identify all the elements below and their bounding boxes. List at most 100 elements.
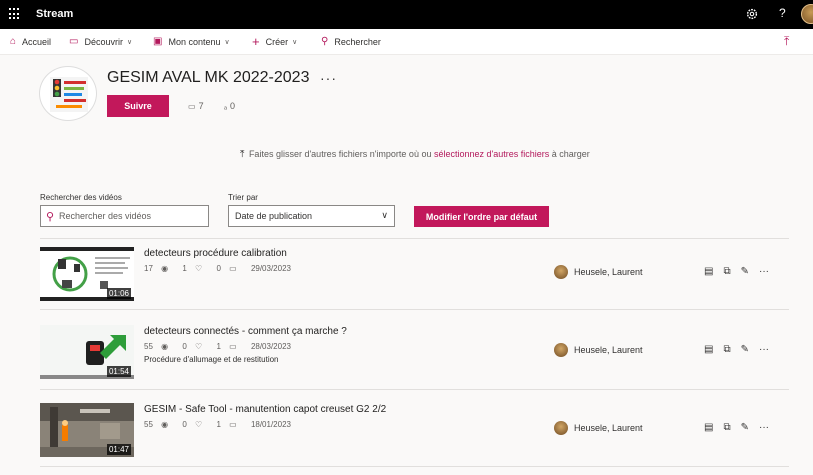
- heart-icon: ♡: [195, 420, 203, 429]
- video-title[interactable]: GESIM - Safe Tool - manutention capot cr…: [144, 404, 386, 415]
- channel-title: GESIM AVAL MK 2022-2023: [107, 69, 310, 86]
- upload-arrow-icon: ⤒: [240, 149, 245, 160]
- likes-value: 1: [182, 264, 187, 273]
- upload-hint: ⤒ Faites glisser d'autres fichiers n'imp…: [240, 149, 590, 160]
- nav-discover-label: Découvrir: [84, 37, 123, 47]
- comments-count: 1 ▭: [216, 342, 242, 351]
- home-icon: ⌂: [10, 36, 17, 47]
- video-thumbnail[interactable]: 01:47: [40, 403, 134, 457]
- edit-icon[interactable]: ✎: [741, 344, 749, 355]
- nav-search-label: Rechercher: [334, 37, 381, 47]
- owner-name: Heusele, Laurent: [574, 345, 643, 355]
- comments-value: 1: [216, 420, 221, 429]
- row-actions: ▤ ⧉ ✎ ···: [704, 344, 779, 355]
- likes-count: 1 ♡: [182, 264, 208, 273]
- owner-avatar: [554, 421, 568, 435]
- channel-logo: [39, 66, 97, 121]
- edit-icon[interactable]: ✎: [741, 422, 749, 433]
- video-title[interactable]: detecteurs connectés - comment ça marche…: [144, 326, 347, 337]
- nav-discover[interactable]: ▭ Découvrir ∨: [69, 37, 133, 48]
- chevron-down-icon: ∨: [126, 39, 133, 46]
- search-icon: ⚲: [45, 210, 55, 223]
- chevron-down-icon: ∨: [292, 39, 298, 46]
- video-thumbnail[interactable]: 01:06: [40, 247, 134, 301]
- edit-icon[interactable]: ✎: [741, 266, 749, 277]
- comment-icon: ▭: [229, 342, 237, 351]
- select-files-link[interactable]: sélectionnez d'autres fichiers: [434, 149, 549, 159]
- divider: [40, 309, 789, 310]
- divider: [40, 389, 789, 390]
- video-count: ▭ 7: [188, 101, 204, 111]
- comments-value: 0: [216, 264, 221, 273]
- app-launcher-icon[interactable]: [9, 8, 21, 20]
- video-thumbnail[interactable]: 01:54: [40, 325, 134, 379]
- views-count: 17 ◉: [144, 264, 174, 273]
- views-value: 55: [144, 420, 153, 429]
- share-icon[interactable]: ⧉: [723, 266, 730, 277]
- more-icon[interactable]: ···: [759, 422, 769, 433]
- nav-create-label: Créer: [265, 37, 289, 47]
- sort-dropdown[interactable]: Date de publication ∨: [228, 205, 395, 227]
- app-title[interactable]: Stream: [36, 8, 73, 20]
- comments-count: 1 ▭: [216, 420, 242, 429]
- add-to-group-icon[interactable]: ▤: [704, 422, 713, 433]
- reorder-default-button[interactable]: Modifier l'ordre par défaut: [414, 206, 549, 227]
- follow-button[interactable]: Suivre: [107, 95, 169, 117]
- share-icon[interactable]: ⧉: [723, 422, 730, 433]
- user-avatar[interactable]: [801, 4, 813, 24]
- row-actions: ▤ ⧉ ✎ ···: [704, 422, 779, 433]
- nav-home[interactable]: ⌂ Accueil: [10, 36, 51, 48]
- more-icon[interactable]: ···: [759, 266, 769, 277]
- video-meta: 17 ◉ 1 ♡ 0 ▭ 29/03/2023: [144, 264, 297, 273]
- heart-icon: ♡: [195, 264, 203, 273]
- likes-value: 0: [182, 420, 187, 429]
- views-value: 17: [144, 264, 153, 273]
- row-actions: ▤ ⧉ ✎ ···: [704, 266, 779, 277]
- nav-my-content[interactable]: ▣ Mon contenu ∨: [153, 37, 230, 48]
- search-videos-label: Rechercher des vidéos: [40, 193, 122, 202]
- settings-gear-icon[interactable]: [745, 7, 759, 21]
- video-icon: ▭: [188, 101, 196, 111]
- views-count: 55 ◉: [144, 342, 174, 351]
- search-videos-input[interactable]: [59, 211, 199, 221]
- nav-create[interactable]: + Créer ∨: [252, 34, 298, 49]
- video-meta: 55 ◉ 0 ♡ 1 ▭ 18/01/2023: [144, 420, 297, 429]
- owner-name: Heusele, Laurent: [574, 423, 643, 433]
- video-duration: 01:47: [106, 444, 131, 455]
- video-date: 29/03/2023: [250, 264, 291, 273]
- video-date: 18/01/2023: [250, 420, 291, 429]
- likes-count: 0 ♡: [182, 420, 208, 429]
- video-owner[interactable]: Heusele, Laurent: [554, 343, 643, 357]
- comments-value: 1: [216, 342, 221, 351]
- video-row[interactable]: 01:47 GESIM - Safe Tool - manutention ca…: [40, 403, 789, 459]
- views-icon: ◉: [161, 420, 169, 429]
- upload-icon[interactable]: ⤒: [784, 34, 789, 49]
- nav-bar: ⌂ Accueil ▭ Découvrir ∨ ▣ Mon contenu ∨ …: [0, 29, 813, 55]
- nav-search[interactable]: ⚲ Rechercher: [321, 37, 381, 48]
- plus-icon: +: [252, 34, 260, 49]
- add-to-group-icon[interactable]: ▤: [704, 266, 713, 277]
- chevron-down-icon: ∨: [381, 210, 388, 220]
- add-to-group-icon[interactable]: ▤: [704, 344, 713, 355]
- help-icon[interactable]: ?: [779, 6, 786, 20]
- video-row[interactable]: 01:06 detecteurs procédure calibration 1…: [40, 247, 789, 303]
- video-row[interactable]: 01:54 detecteurs connectés - comment ça …: [40, 325, 789, 381]
- views-icon: ◉: [161, 342, 169, 351]
- chevron-down-icon: ∨: [224, 39, 230, 46]
- video-owner[interactable]: Heusele, Laurent: [554, 265, 643, 279]
- divider: [40, 238, 789, 239]
- video-title[interactable]: detecteurs procédure calibration: [144, 248, 287, 259]
- more-icon[interactable]: ···: [320, 70, 337, 86]
- nav-my-content-label: Mon contenu: [168, 37, 221, 47]
- views-icon: ◉: [161, 264, 169, 273]
- video-owner[interactable]: Heusele, Laurent: [554, 421, 643, 435]
- likes-count: 0 ♡: [182, 342, 208, 351]
- search-videos-box[interactable]: ⚲: [40, 205, 209, 227]
- upload-hint-prefix: Faites glisser d'autres fichiers n'impor…: [248, 149, 432, 159]
- more-icon[interactable]: ···: [759, 344, 769, 355]
- share-icon[interactable]: ⧉: [723, 344, 730, 355]
- video-duration: 01:54: [106, 366, 131, 377]
- views-count: 55 ◉: [144, 420, 174, 429]
- sort-label: Trier par: [228, 193, 258, 202]
- likes-value: 0: [182, 342, 187, 351]
